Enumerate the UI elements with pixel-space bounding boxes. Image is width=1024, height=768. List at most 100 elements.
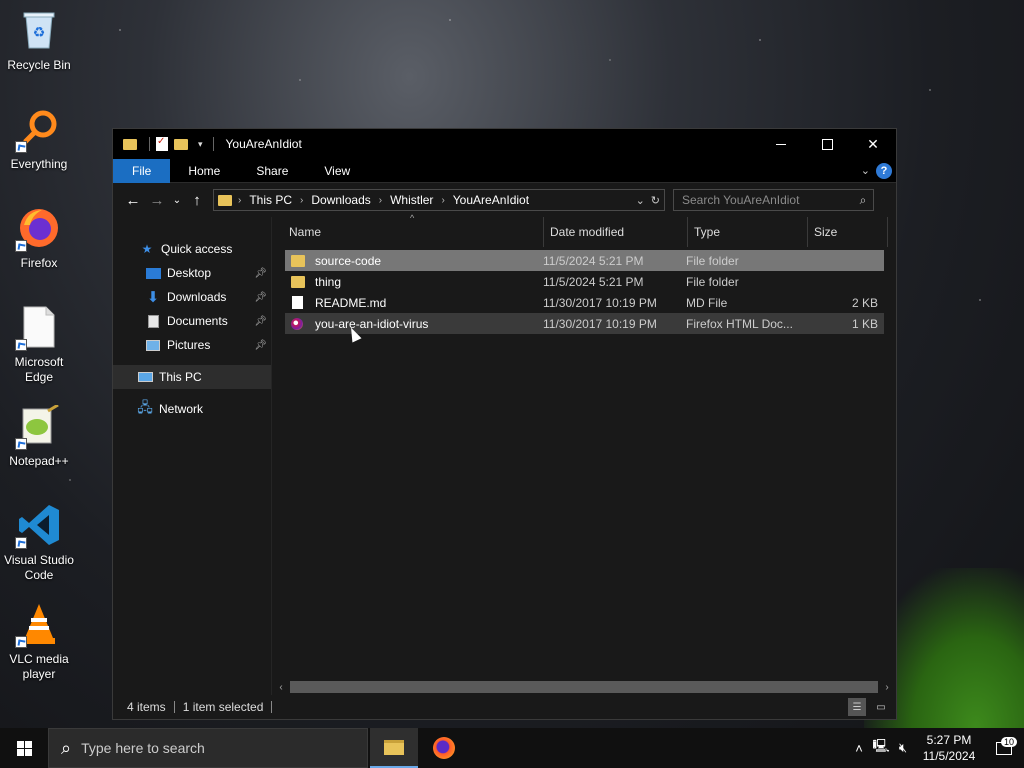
nav-network[interactable]: 🖧︎ Network — [113, 397, 271, 421]
back-arrow-icon[interactable]: ← — [121, 192, 145, 209]
pin-icon[interactable]: 📌︎ — [254, 340, 267, 351]
scrollbar-thumb[interactable] — [290, 681, 878, 693]
pin-icon[interactable]: 📌︎ — [254, 316, 267, 327]
address-history-chevron-icon[interactable]: ⌄ — [636, 194, 645, 207]
desktop-icon-recycle-bin[interactable]: ♻ Recycle Bin — [0, 4, 78, 103]
desktop-icon-notepadpp[interactable]: Notepad++ — [0, 400, 78, 499]
system-tray: ˄ 🖳︎ 🔇︎ 5:27 PM 11/5/2024 10 — [848, 728, 1024, 768]
item-count: 4 items — [127, 700, 166, 714]
search-input[interactable]: Search YouAreAnIdiot ⌕ — [673, 189, 874, 211]
recent-locations-chevron-icon[interactable]: ⌄ — [169, 195, 185, 206]
breadcrumb-whistler[interactable]: Whistler — [390, 193, 433, 207]
horizontal-scrollbar[interactable]: ‹ › — [272, 679, 896, 695]
network-status-icon[interactable]: 🖳︎ — [870, 737, 892, 759]
desktop-icon-edge[interactable]: Microsoft Edge — [0, 301, 78, 400]
breadcrumb-this-pc[interactable]: This PC — [249, 193, 292, 207]
document-icon — [292, 296, 303, 309]
breadcrumb-separator-icon[interactable]: › — [238, 195, 241, 206]
file-list: ^ Name Date modified Type Size source-co… — [271, 213, 896, 695]
file-size: 2 KB — [851, 295, 878, 310]
taskbar-firefox[interactable] — [420, 728, 468, 768]
up-arrow-icon[interactable]: ↑ — [185, 192, 209, 209]
action-center-button[interactable]: 10 — [984, 736, 1024, 755]
pin-icon[interactable]: 📌︎ — [254, 268, 267, 279]
desktop-icon-everything[interactable]: Everything — [0, 103, 78, 202]
desktop-icon-label: Firefox — [20, 256, 58, 270]
nav-downloads[interactable]: ⬇ Downloads 📌︎ — [113, 285, 271, 309]
clock-date: 11/5/2024 — [922, 749, 976, 763]
address-bar[interactable]: › This PC › Downloads › Whistler › YouAr… — [213, 189, 665, 211]
details-view-icon[interactable]: ☰ — [848, 698, 866, 716]
nav-this-pc[interactable]: This PC — [113, 365, 271, 389]
tab-file[interactable]: File — [113, 158, 171, 183]
large-icons-view-icon[interactable]: ▭ — [872, 698, 890, 716]
file-name: thing — [315, 274, 342, 289]
clock[interactable]: 5:27 PM 11/5/2024 — [914, 732, 984, 764]
nav-desktop[interactable]: Desktop 📌︎ — [113, 261, 271, 285]
breadcrumb-youareanidiot[interactable]: YouAreAnIdiot — [453, 193, 529, 207]
breadcrumb-separator-icon[interactable]: › — [441, 195, 444, 206]
minimize-button[interactable] — [758, 129, 804, 159]
start-button[interactable] — [0, 728, 48, 768]
documents-icon — [145, 314, 161, 328]
taskbar: ⌕ Type here to search ˄ 🖳︎ 🔇︎ 5:27 PM 11… — [0, 728, 1024, 768]
address-bar-actions: ⌄ ↻ — [636, 194, 664, 207]
pin-icon[interactable]: 📌︎ — [254, 292, 267, 303]
desktop-icon-vlc[interactable]: VLC media player — [0, 598, 78, 697]
breadcrumb-separator-icon[interactable]: › — [300, 195, 303, 206]
status-bar: 4 items 1 item selected ☰ ▭ — [113, 695, 896, 719]
expand-ribbon-chevron-icon[interactable]: ⌄ — [861, 164, 870, 177]
download-arrow-icon: ⬇ — [146, 289, 160, 306]
properties-icon[interactable] — [156, 136, 168, 151]
new-folder-icon[interactable] — [174, 138, 188, 150]
nav-pictures[interactable]: Pictures 📌︎ — [113, 333, 271, 357]
nav-quick-access[interactable]: ★ Quick access — [113, 237, 271, 261]
column-type[interactable]: Type — [688, 217, 808, 247]
shortcut-arrow-icon — [15, 636, 27, 648]
file-row-thing[interactable]: thing 11/5/2024 5:21 PM File folder — [285, 271, 884, 292]
desktop-icon-vscode[interactable]: Visual Studio Code — [0, 499, 78, 598]
tab-home[interactable]: Home — [170, 159, 238, 183]
scroll-right-icon[interactable]: › — [878, 682, 896, 693]
ribbon-right-controls: ⌄ ? — [861, 162, 896, 179]
file-size: 1 KB — [851, 316, 878, 331]
file-row-source-code[interactable]: source-code 11/5/2024 5:21 PM File folde… — [285, 250, 884, 271]
forward-arrow-icon[interactable]: → — [145, 192, 169, 209]
clock-time: 5:27 PM — [926, 733, 972, 747]
firefox-html-file-icon — [291, 317, 303, 330]
tab-view[interactable]: View — [306, 159, 368, 183]
scroll-left-icon[interactable]: ‹ — [272, 682, 290, 693]
search-placeholder: Search YouAreAnIdiot — [682, 193, 800, 207]
nav-documents[interactable]: Documents 📌︎ — [113, 309, 271, 333]
file-explorer-window: ▾ YouAreAnIdiot ✕ File Home Share View ⌄… — [112, 128, 897, 720]
taskbar-search-input[interactable]: ⌕ Type here to search — [48, 728, 368, 768]
title-bar[interactable]: ▾ YouAreAnIdiot ✕ — [113, 129, 896, 159]
volume-muted-icon[interactable]: 🔇︎ — [892, 740, 914, 756]
file-row-you-are-an-idiot-virus[interactable]: you-are-an-idiot-virus 11/30/2017 10:19 … — [285, 313, 884, 334]
quick-access-dropdown-icon[interactable]: ▾ — [198, 139, 203, 150]
show-hidden-icons-chevron-icon[interactable]: ˄ — [848, 741, 870, 756]
column-date-modified[interactable]: Date modified — [544, 217, 688, 247]
tab-share[interactable]: Share — [238, 159, 306, 183]
desktop-icon-firefox[interactable]: Firefox — [0, 202, 78, 301]
breadcrumb-separator-icon[interactable]: › — [379, 195, 382, 206]
column-name[interactable]: Name — [272, 217, 544, 247]
taskbar-search-placeholder: Type here to search — [81, 740, 205, 756]
address-row: ← → ⌄ ↑ › This PC › Downloads › Whistler… — [113, 183, 896, 217]
file-date: 11/5/2024 5:21 PM — [543, 274, 644, 289]
file-type: MD File — [686, 295, 728, 310]
close-button[interactable]: ✕ — [850, 129, 896, 159]
notepadpp-icon — [15, 404, 61, 450]
column-size[interactable]: Size — [808, 217, 888, 247]
file-row-readme[interactable]: README.md 11/30/2017 10:19 PM MD File 2 … — [285, 292, 884, 313]
refresh-icon[interactable]: ↻ — [651, 194, 660, 207]
maximize-button[interactable] — [804, 129, 850, 159]
taskbar-file-explorer[interactable] — [370, 728, 418, 768]
breadcrumb-downloads[interactable]: Downloads — [311, 193, 370, 207]
search-icon[interactable]: ⌕ — [853, 193, 873, 208]
sort-ascending-icon: ^ — [410, 213, 415, 223]
help-icon[interactable]: ? — [876, 162, 892, 179]
navigation-pane: ★ Quick access Desktop 📌︎ ⬇ Downloads 📌︎… — [113, 217, 271, 695]
nav-label: Documents — [167, 314, 228, 328]
nav-label: This PC — [159, 370, 202, 384]
